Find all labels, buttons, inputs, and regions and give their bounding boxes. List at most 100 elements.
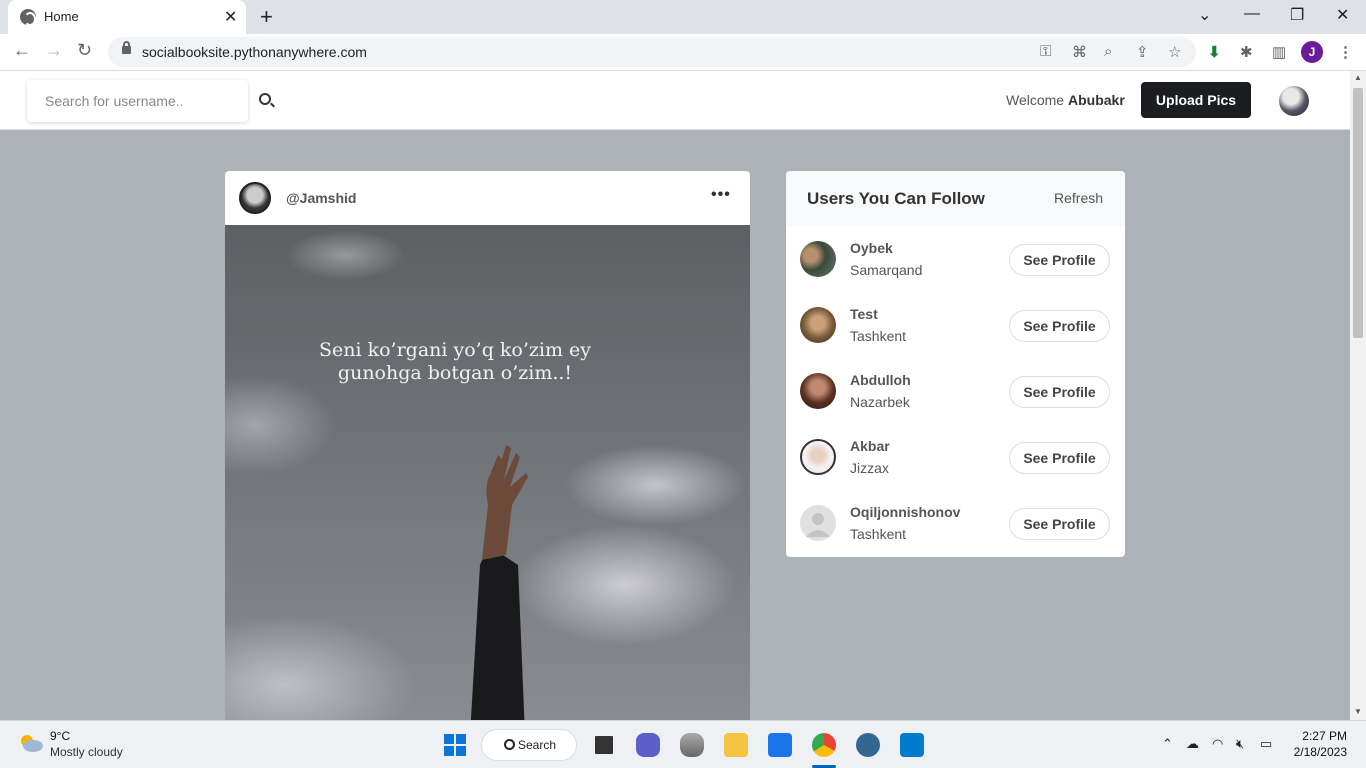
browser-toolbar: ← → ↻ socialbooksite.pythonanywhere.com … [0,34,1366,71]
taskbar-time[interactable]: 2:27 PM [1297,729,1347,743]
wifi-icon[interactable]: ◠ [1212,736,1223,752]
search-icon [504,739,515,750]
bookmark-star-icon[interactable]: ☆ [1168,43,1181,61]
page-body: Welcome Abubakr Upload Pics @Jamshid •••… [0,71,1350,720]
weather-condition[interactable]: Mostly cloudy [50,745,123,759]
user-avatar[interactable] [1279,86,1309,116]
os-taskbar: 9°C Mostly cloudy Search ⌃ ☁ ◠ 🔇︎ ▭ 2:27… [0,720,1366,768]
follow-user-name[interactable]: Abdulloh [850,372,911,388]
tab-title: Home [44,9,79,24]
database-app-icon[interactable] [680,733,704,757]
postgresql-icon[interactable] [856,733,880,757]
menu-kebab-icon[interactable]: ⋮ [1338,43,1353,61]
show-hidden-icons-icon[interactable]: ⌃ [1162,736,1173,752]
see-profile-button[interactable]: See Profile [1009,442,1110,474]
default-avatar-icon[interactable] [800,505,836,541]
cloudy-weather-icon[interactable] [18,733,44,753]
follow-user-name[interactable]: Akbar [850,438,890,454]
zoom-icon[interactable]: ⌕ [1104,43,1112,60]
file-explorer-icon[interactable] [724,733,748,757]
forward-icon[interactable]: → [45,40,63,61]
new-tab-icon[interactable]: + [260,4,273,30]
page-scrollbar[interactable]: ▲ ▼ [1350,71,1366,720]
close-window-icon[interactable]: ✕ [1336,5,1349,25]
upload-pics-button[interactable]: Upload Pics [1141,82,1251,118]
see-profile-button[interactable]: See Profile [1009,310,1110,342]
follow-user-name[interactable]: Test [850,306,878,322]
battery-icon[interactable]: ▭ [1260,736,1272,752]
taskbar-date[interactable]: 2/18/2023 [1289,745,1347,759]
address-bar[interactable]: socialbooksite.pythonanywhere.com ⚿ ⌘ ⌕ … [108,37,1196,67]
back-icon[interactable]: ← [13,40,31,61]
follow-user-row: Test Tashkent See Profile [786,292,1125,358]
url-text[interactable]: socialbooksite.pythonanywhere.com [142,44,367,60]
windows-start-icon[interactable] [443,733,467,757]
extensions-icon[interactable]: ✱ [1240,43,1253,61]
follow-user-name[interactable]: Oqiljonnishonov [850,504,960,520]
raised-hand-illustration [470,445,528,720]
post-author-username[interactable]: @Jamshid [286,190,356,206]
weather-temperature[interactable]: 9°C [50,729,70,743]
post-image-caption: Seni ko’rgani yo’q ko’zim ey gunohga bot… [255,339,655,385]
taskbar-search-label: Search [518,738,557,752]
share-icon[interactable]: ⇪ [1136,43,1149,61]
follow-panel-header: Users You Can Follow Refresh [786,171,1125,226]
side-panel-icon[interactable]: ▥ [1272,43,1286,61]
follow-user-avatar[interactable] [800,373,836,409]
follow-user-avatar[interactable] [800,241,836,277]
lock-icon[interactable] [122,41,131,54]
task-view-icon[interactable] [592,733,616,757]
profile-avatar[interactable]: J [1301,41,1323,63]
post-author-avatar[interactable] [239,182,271,214]
restore-icon[interactable]: ❐ [1290,5,1304,25]
caption-line-2: gunohga botgan o’zim..! [337,362,573,384]
follow-user-avatar[interactable] [800,307,836,343]
refresh-link[interactable]: Refresh [1054,190,1103,206]
welcome-prefix: Welcome [1006,92,1065,108]
post-card: @Jamshid ••• Seni ko’rgani yo’q ko’zim e… [225,171,750,720]
taskbar-search-button[interactable]: Search [481,729,577,761]
welcome-username: Abubakr [1067,92,1125,108]
follow-user-city: Tashkent [850,328,907,344]
post-image: Seni ko’rgani yo’q ko’zim ey gunohga bot… [225,225,750,720]
follow-user-name[interactable]: Oybek [850,240,893,256]
follow-user-city: Tashkent [850,526,907,542]
tab-strip: Home ✕ + ⌄ — ❐ ✕ [0,0,1366,34]
volume-muted-icon[interactable]: 🔇︎ [1236,736,1244,752]
scrollbar-thumb[interactable] [1353,88,1363,338]
close-tab-icon[interactable]: ✕ [224,7,237,27]
follow-suggestions-panel: Users You Can Follow Refresh Oybek Samar… [786,171,1125,557]
chrome-browser-icon[interactable] [812,733,836,757]
welcome-text: Welcome Abubakr [1006,92,1125,108]
translate-icon[interactable]: ⌘ [1072,43,1087,61]
follow-user-row: Akbar Jizzax See Profile [786,424,1125,490]
follow-user-city: Jizzax [850,460,889,476]
more-options-icon[interactable]: ••• [711,186,731,204]
username-search-input[interactable] [27,80,248,122]
follow-user-city: Samarqand [850,262,923,278]
download-icon[interactable]: ⬇ [1208,43,1221,61]
see-profile-button[interactable]: See Profile [1009,508,1110,540]
scroll-down-icon[interactable]: ▼ [1354,707,1362,716]
teams-chat-icon[interactable] [636,733,660,757]
microsoft-store-icon[interactable] [768,733,792,757]
tab-home[interactable]: Home ✕ [8,0,246,34]
see-profile-button[interactable]: See Profile [1009,244,1110,276]
follow-panel-title: Users You Can Follow [807,189,985,208]
scroll-up-icon[interactable]: ▲ [1354,73,1362,82]
minimize-icon[interactable]: — [1244,5,1260,23]
vscode-icon[interactable] [900,733,924,757]
search-icon[interactable] [259,93,271,105]
follow-user-avatar[interactable] [800,439,836,475]
onedrive-icon[interactable]: ☁ [1186,736,1199,752]
key-icon[interactable]: ⚿ [1040,43,1051,60]
follow-user-row: Abdulloh Nazarbek See Profile [786,358,1125,424]
follow-user-city: Nazarbek [850,394,910,410]
reload-icon[interactable]: ↻ [77,40,92,61]
caption-line-1: Seni ko’rgani yo’q ko’zim ey [318,339,592,361]
follow-user-row: Oybek Samarqand See Profile [786,226,1125,292]
follow-user-row: Oqiljonnishonov Tashkent See Profile [786,490,1125,556]
globe-icon [20,9,36,26]
see-profile-button[interactable]: See Profile [1009,376,1110,408]
tab-search-icon[interactable]: ⌄ [1198,5,1211,25]
